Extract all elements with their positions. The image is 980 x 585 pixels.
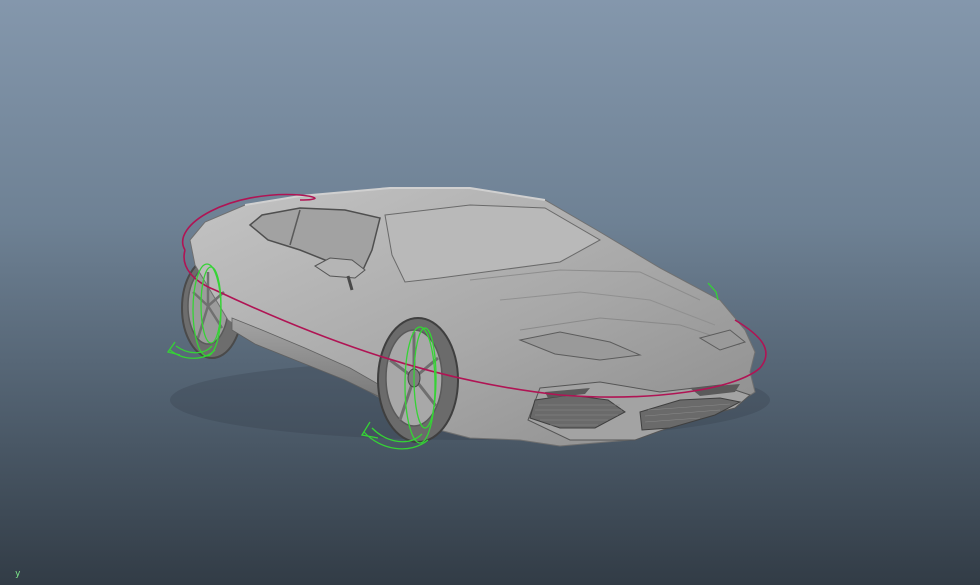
scene[interactable] xyxy=(0,0,980,585)
axis-gizmo-y-label: y xyxy=(15,569,21,579)
3d-viewport[interactable]: y xyxy=(0,0,980,585)
